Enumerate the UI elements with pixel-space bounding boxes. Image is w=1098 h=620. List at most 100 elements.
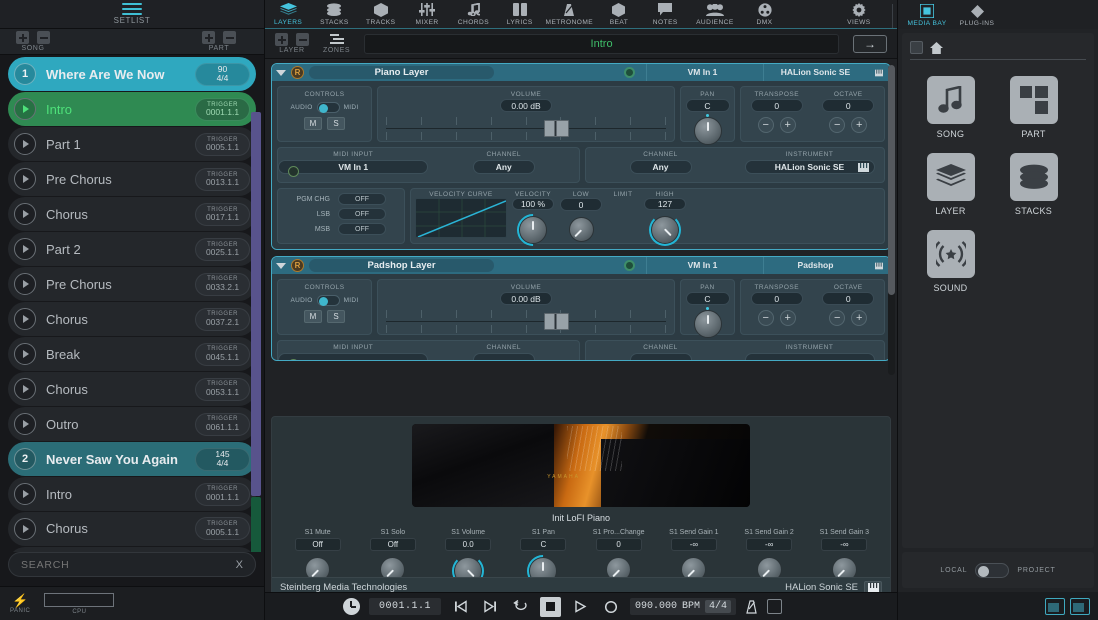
mute-button[interactable]: M	[304, 117, 322, 130]
transpose-minus-button[interactable]: −	[757, 117, 774, 133]
transpose-value[interactable]: 0	[750, 99, 803, 112]
time-signature[interactable]: 4/4	[705, 600, 732, 613]
pan-knob[interactable]	[693, 114, 722, 145]
layer-record-button[interactable]: R	[291, 66, 304, 79]
remove-part-button[interactable]	[223, 31, 236, 44]
high-value[interactable]: 127	[644, 198, 686, 210]
setlist-part-row[interactable]: Intro TRIGGER 0001.1.1	[8, 476, 256, 512]
layers-scrollbar[interactable]	[888, 65, 895, 375]
play-part-icon[interactable]	[14, 308, 36, 331]
midi-channel-value[interactable]	[472, 353, 535, 360]
setlist-part-row[interactable]: Pre Chorus TRIGGER 0013.1.1	[8, 161, 256, 197]
row-badge[interactable]: TRIGGER 0005.1.1	[195, 132, 250, 156]
tab-layers[interactable]: LAYERS	[265, 0, 311, 28]
next-part-button[interactable]: →	[853, 34, 887, 53]
pgm-value[interactable]: OFF	[338, 193, 386, 205]
clock-icon[interactable]	[343, 598, 360, 615]
setlist-part-row[interactable]: Part 2 TRIGGER 0025.1.1	[8, 231, 256, 267]
pgm-value[interactable]: OFF	[338, 208, 386, 220]
part-name-field[interactable]: Intro	[364, 33, 839, 54]
octave-plus-button[interactable]: +	[851, 117, 868, 133]
play-part-icon[interactable]	[14, 168, 36, 191]
out-channel-value[interactable]: Any	[629, 160, 692, 174]
play-part-icon[interactable]	[14, 343, 36, 366]
mediabay-tile-layer[interactable]: LAYER	[924, 153, 977, 216]
play-part-icon[interactable]	[14, 483, 36, 505]
octave-value[interactable]: 0	[822, 99, 875, 112]
volume-fader[interactable]	[386, 115, 666, 141]
tab-audience[interactable]: AUDIENCE	[688, 0, 741, 28]
setlist-part-row[interactable]: Part 1TRIGGER0009.1.1	[8, 546, 256, 552]
param-value[interactable]: Off	[294, 538, 341, 551]
solo-button[interactable]: S	[327, 117, 345, 130]
play-part-icon[interactable]	[14, 413, 36, 436]
local-project-toggle[interactable]	[975, 562, 1010, 578]
param-value[interactable]: 0.0	[445, 538, 492, 551]
setlist-part-row[interactable]: Chorus TRIGGER 0017.1.1	[8, 196, 256, 232]
layout-button-2[interactable]	[1070, 597, 1090, 615]
row-badge[interactable]: TRIGGER 0025.1.1	[195, 237, 250, 261]
instrument-value[interactable]: HALion Sonic SE	[744, 160, 875, 174]
setlist-part-row[interactable]: Outro TRIGGER 0061.1.1	[8, 406, 256, 442]
row-badge[interactable]: TRIGGER 0033.2.1	[195, 272, 250, 296]
low-value[interactable]: 0	[560, 198, 602, 211]
search-input[interactable]	[21, 558, 230, 571]
audio-midi-toggle[interactable]	[316, 295, 340, 306]
keyboard-icon[interactable]	[872, 261, 886, 271]
play-part-icon[interactable]	[14, 133, 36, 156]
mediabay-tiles[interactable]: SONG PART LAYER STACKS SOUND	[910, 60, 1086, 309]
transport-extra-button[interactable]	[767, 599, 783, 614]
layer-instrument[interactable]: HALion Sonic SE	[763, 64, 867, 81]
tab-lyrics[interactable]: LYRICS	[497, 0, 543, 28]
play-part-icon[interactable]	[14, 378, 36, 401]
param-value[interactable]: -∞	[746, 538, 793, 551]
row-badge[interactable]: 90 4/4	[195, 62, 250, 86]
play-part-icon[interactable]	[14, 517, 36, 540]
song-number[interactable]: 2	[14, 448, 36, 471]
instrument-value[interactable]	[744, 353, 875, 360]
remove-layer-button[interactable]	[296, 33, 309, 46]
row-badge[interactable]: TRIGGER 0001.1.1	[195, 97, 250, 121]
row-badge[interactable]: TRIGGER 0017.1.1	[195, 202, 250, 226]
main-tab-bar[interactable]: LAYERS STACKS TRACKS MIXER CHORDS LYRICS METRO…	[265, 0, 897, 29]
mediabay-tile-part[interactable]: PART	[1007, 76, 1060, 139]
tab-views[interactable]: VIEWS	[836, 0, 882, 28]
tab-dmx[interactable]: DMX	[741, 0, 787, 28]
row-badge[interactable]: TRIGGER 0037.2.1	[195, 307, 250, 331]
tab-tracks[interactable]: TRACKS	[358, 0, 404, 28]
param-value[interactable]: C	[520, 538, 567, 551]
fader-handle[interactable]	[544, 120, 570, 137]
param-value[interactable]: 0	[595, 538, 642, 551]
velocity-curve-graph[interactable]	[415, 198, 507, 238]
go-to-end-button[interactable]	[480, 597, 501, 617]
transpose-plus-button[interactable]: +	[779, 117, 796, 133]
transpose-value[interactable]: 0	[750, 292, 803, 305]
panic-button[interactable]: ⚡ PANIC	[10, 594, 30, 614]
setlist-song-row[interactable]: 1 Where Are We Now 90 4/4	[8, 57, 256, 92]
pan-knob[interactable]	[693, 307, 722, 338]
pgm-value[interactable]: OFF	[338, 223, 386, 235]
layer-name[interactable]: Padshop Layer	[309, 259, 494, 272]
high-knob[interactable]	[649, 214, 681, 246]
setlist-part-row[interactable]: Pre Chorus TRIGGER 0033.2.1	[8, 266, 256, 302]
zones-group[interactable]: ZONES	[323, 33, 350, 54]
right-tab-media-bay[interactable]: MEDIA BAY	[904, 0, 950, 29]
home-icon[interactable]	[930, 41, 943, 54]
row-badge[interactable]: TRIGGER 0005.1.1	[195, 517, 250, 541]
volume-fader[interactable]	[386, 308, 666, 334]
mediabay-tile-song[interactable]: SONG	[924, 76, 977, 139]
record-button[interactable]	[600, 597, 621, 617]
layout-button-1[interactable]	[1045, 597, 1065, 615]
mediabay-filter-checkbox[interactable]	[910, 41, 923, 54]
volume-value[interactable]: 0.00 dB	[500, 292, 552, 305]
param-value[interactable]: Off	[369, 538, 416, 551]
tab-mixer[interactable]: MIXER	[404, 0, 450, 28]
setlist-list[interactable]: 1 Where Are We Now 90 4/4 Intro TRIGGER 0001.1…	[0, 55, 264, 552]
setlist-part-row[interactable]: Break TRIGGER 0045.1.1	[8, 336, 256, 372]
audio-midi-toggle[interactable]	[316, 102, 340, 113]
search-clear-button[interactable]: X	[230, 559, 243, 571]
go-to-start-button[interactable]	[450, 597, 471, 617]
setlist-part-row[interactable]: Intro TRIGGER 0001.1.1	[8, 91, 256, 127]
layer-name[interactable]: Piano Layer	[309, 66, 494, 79]
tab-metronome[interactable]: METRONOME	[543, 0, 596, 28]
